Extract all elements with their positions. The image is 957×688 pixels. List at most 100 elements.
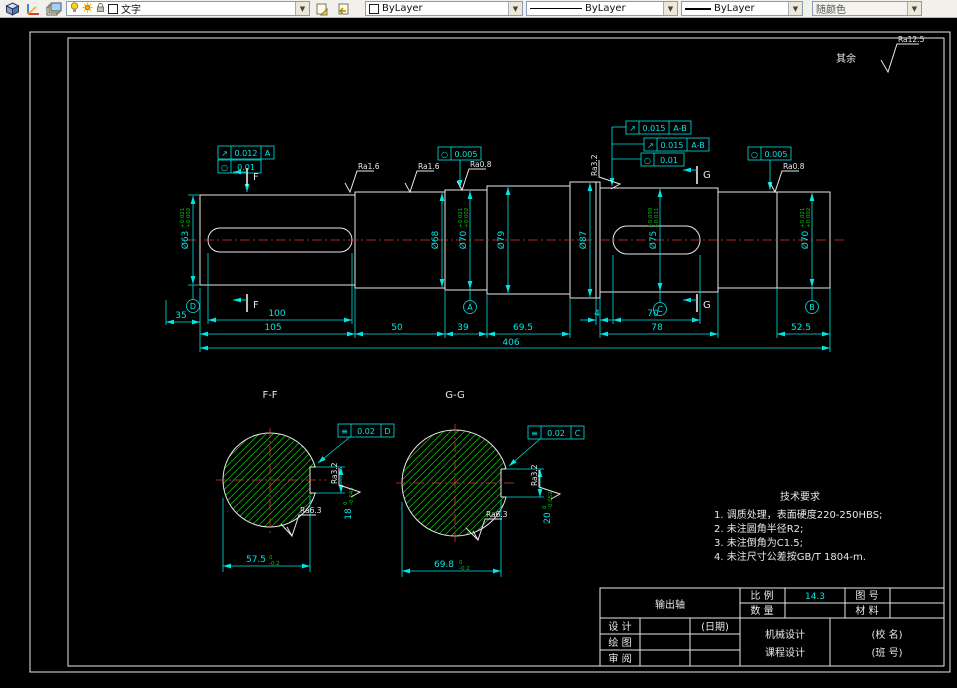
drawing-canvas[interactable]: 其余 Ra12.5 Ø63 +0.021 +0.002 Ø68 Ø70 +0.0… xyxy=(0,18,957,688)
shaft-drawing: 其余 Ra12.5 Ø63+0.021 +0.002 Ø68 Ø70+0.021… xyxy=(29,31,951,673)
general-note-prefix: 其余 xyxy=(836,52,856,65)
make-layer-current-icon[interactable] xyxy=(313,1,331,16)
plotstyle-combo-arrow-icon[interactable]: ▼ xyxy=(907,2,921,15)
svg-text:406: 406 xyxy=(502,338,519,348)
svg-text:4: 4 xyxy=(594,309,600,319)
section-ff-title: F-F xyxy=(262,390,277,401)
svg-text:D: D xyxy=(190,302,196,311)
dim-dia-63: Ø63+0.021 +0.002 xyxy=(180,194,200,286)
svg-text:F: F xyxy=(253,172,259,183)
dim-39: 39 xyxy=(445,323,487,337)
svg-text:图 号: 图 号 xyxy=(855,590,878,602)
color-chip xyxy=(369,3,379,14)
svg-text:↗: ↗ xyxy=(647,141,654,150)
ucs-icon[interactable] xyxy=(24,1,42,16)
svg-text:0.012: 0.012 xyxy=(235,149,258,158)
gdt-frame-runout-012: ↗ 0.012 A xyxy=(217,145,275,160)
layer-combo-arrow-icon[interactable]: ▼ xyxy=(295,2,309,15)
svg-text:69.8: 69.8 xyxy=(434,560,454,570)
roughness-ra1-6-a: Ra1.6 xyxy=(344,162,380,194)
svg-text:35: 35 xyxy=(175,311,186,321)
svg-text:A-B: A-B xyxy=(673,124,686,133)
svg-text:0.01: 0.01 xyxy=(660,156,678,165)
linetype-combo[interactable]: ByLayer ▼ xyxy=(526,1,678,16)
svg-text:78: 78 xyxy=(651,323,663,333)
svg-text:Ra3.2: Ra3.2 xyxy=(590,154,599,176)
svg-text:○: ○ xyxy=(751,150,758,159)
svg-text:0.02: 0.02 xyxy=(547,429,565,438)
linetype-combo-value: ByLayer xyxy=(585,3,626,14)
svg-text:4. 未注尺寸公差按GB/T 1804-m.: 4. 未注尺寸公差按GB/T 1804-m. xyxy=(714,550,866,563)
tech-requirements: 技术要求 1. 调质处理，表面硬度220-250HBS; 2. 未注圆角半径R2… xyxy=(714,490,882,563)
linetype-combo-arrow-icon[interactable]: ▼ xyxy=(663,2,677,15)
svg-text:↗: ↗ xyxy=(629,124,636,133)
lineweight-sample xyxy=(685,7,711,10)
drawing-frame xyxy=(29,31,951,673)
plotstyle-combo[interactable]: 随颜色 ▼ xyxy=(812,1,922,16)
dim-50: 50 xyxy=(355,323,445,337)
svg-text:39: 39 xyxy=(457,323,469,333)
svg-text:比 例: 比 例 xyxy=(750,589,773,602)
svg-text:Ø70: Ø70 xyxy=(800,230,811,249)
svg-text:0.005: 0.005 xyxy=(765,150,788,159)
svg-text:Ra3.2: Ra3.2 xyxy=(530,464,539,486)
svg-text:≡: ≡ xyxy=(341,427,348,436)
lineweight-combo[interactable]: ByLayer ▼ xyxy=(681,1,803,16)
svg-text:+0.002: +0.002 xyxy=(464,208,470,228)
svg-text:52.5: 52.5 xyxy=(791,323,811,333)
dim-69_5: 69.5 xyxy=(487,323,570,337)
layer-on-icon xyxy=(70,1,79,16)
roughness-ra0-8-b: Ra0.8 xyxy=(769,162,805,194)
svg-text:69.5: 69.5 xyxy=(513,323,533,333)
dim-4: 4 xyxy=(580,309,616,323)
section-gg-title: G-G xyxy=(445,390,464,401)
gdt-frame-round-005b: ○ 0.005 xyxy=(747,146,792,161)
dim-dia-75: Ø75+0.030 +0.011 xyxy=(648,189,663,291)
layer-freeze-icon xyxy=(82,2,93,16)
svg-text:○: ○ xyxy=(221,163,228,172)
linetype-sample xyxy=(530,8,582,9)
svg-text:57.5: 57.5 xyxy=(246,555,266,565)
gdt-frames: ↗ 0.012 A ○ 0.01 ○ 0.005 ↗ 0.015 A-B ↗ 0.015 A-B xyxy=(217,120,792,192)
svg-text:数 量: 数 量 xyxy=(750,604,773,617)
general-roughness-note: 其余 Ra12.5 xyxy=(836,35,925,74)
svg-text:-0.052: -0.052 xyxy=(548,491,554,509)
plotstyle-combo-value: 随颜色 xyxy=(816,5,846,16)
color-combo-arrow-icon[interactable]: ▼ xyxy=(508,2,522,15)
color-combo[interactable]: ByLayer ▼ xyxy=(365,1,523,16)
svg-text:2. 未注圆角半径R2;: 2. 未注圆角半径R2; xyxy=(714,522,803,535)
gdt-frame-round-01b: ○ 0.01 xyxy=(640,152,685,167)
svg-text:Ra1.6: Ra1.6 xyxy=(418,162,440,171)
svg-text:0.015: 0.015 xyxy=(643,124,666,133)
svg-text:70: 70 xyxy=(647,309,659,319)
gdt-frame-round-005a: ○ 0.005 xyxy=(437,146,482,161)
datum-D: D xyxy=(186,285,200,313)
roughness-ra1-6-b: Ra1.6 xyxy=(404,162,440,194)
svg-text:0.02: 0.02 xyxy=(357,427,375,436)
layer-previous-icon[interactable] xyxy=(334,1,352,16)
svg-text:(校 名): (校 名) xyxy=(872,628,903,641)
svg-text:Ø79: Ø79 xyxy=(496,230,507,249)
dim-35: 35 xyxy=(166,311,200,325)
svg-text:0.01: 0.01 xyxy=(237,163,255,172)
title-block: 输出轴 比 例 14.3 图 号 数 量 材 料 设 计 (日期) 绘 图 审 … xyxy=(599,587,945,667)
layer-combo[interactable]: 文字 ▼ xyxy=(66,1,310,16)
dim-100: 100 xyxy=(208,309,352,323)
section-ff: F-F 57.5 0 -0.2 180 -0.043 ≡ 0.02 D Ra3.… xyxy=(216,390,395,572)
tech-title: 技术要求 xyxy=(780,490,820,503)
dim-dia-68: Ø68 xyxy=(430,193,445,287)
lineweight-combo-arrow-icon[interactable]: ▼ xyxy=(788,2,802,15)
svg-text:(日期): (日期) xyxy=(701,621,729,633)
layer-properties-icon[interactable] xyxy=(45,1,63,16)
svg-text:105: 105 xyxy=(264,323,281,333)
view-cube-icon[interactable] xyxy=(3,1,21,16)
svg-text:A: A xyxy=(467,303,473,312)
svg-text:Ø70: Ø70 xyxy=(458,230,469,249)
layer-color-chip xyxy=(108,3,118,14)
dim-dia-87: Ø87 xyxy=(578,183,593,297)
svg-text:+0.002: +0.002 xyxy=(806,208,812,228)
svg-text:B: B xyxy=(809,303,815,312)
cad-window: 文字 ▼ ByLayer ▼ ByLayer ▼ ByLayer ▼ 随颜色 ▼ xyxy=(0,0,957,688)
svg-text:Ø75: Ø75 xyxy=(648,231,659,250)
dim-dia-70a: Ø70+0.021 +0.002 xyxy=(458,191,473,289)
